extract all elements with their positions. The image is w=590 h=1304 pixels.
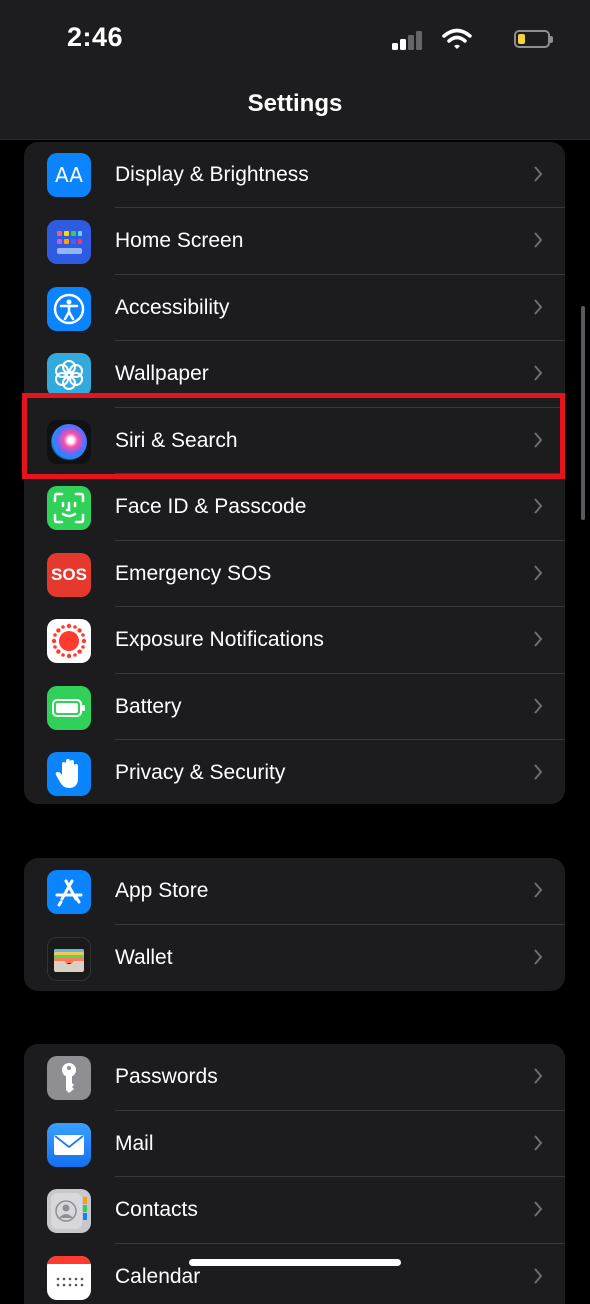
privacy-hand-icon — [47, 752, 91, 796]
chevron-right-icon — [533, 629, 543, 649]
wifi-icon — [442, 28, 472, 50]
row-label: Calendar — [115, 1265, 200, 1289]
wallpaper-icon — [47, 353, 91, 397]
chevron-right-icon — [533, 363, 543, 383]
row-label: App Store — [115, 879, 208, 903]
battery-level-fill — [518, 34, 525, 44]
row-label: Wallet — [115, 946, 173, 970]
settings-row-privacy-security[interactable]: Privacy & Security — [24, 740, 565, 804]
mail-icon — [47, 1123, 91, 1167]
row-label: Face ID & Passcode — [115, 495, 306, 519]
accessibility-icon — [47, 287, 91, 331]
settings-row-home-screen[interactable]: Home Screen — [24, 208, 565, 275]
cellular-signal-icon — [392, 30, 424, 50]
row-label: Mail — [115, 1132, 154, 1156]
home-indicator[interactable] — [189, 1259, 401, 1266]
row-label: Emergency SOS — [115, 562, 271, 586]
settings-row-display-brightness[interactable]: AA Display & Brightness — [24, 142, 565, 208]
sos-icon-text: SOS — [51, 565, 87, 585]
vertical-scrollbar[interactable] — [581, 306, 585, 520]
row-label: Wallpaper — [115, 362, 209, 386]
row-label: Accessibility — [115, 296, 229, 320]
contacts-icon — [47, 1189, 91, 1233]
chevron-right-icon — [533, 1066, 543, 1086]
row-label: Privacy & Security — [115, 761, 285, 785]
exposure-notifications-icon — [47, 619, 91, 663]
row-label: Battery — [115, 695, 182, 719]
chevron-right-icon — [533, 496, 543, 516]
chevron-right-icon — [533, 297, 543, 317]
chevron-right-icon — [533, 230, 543, 250]
row-label: Exposure Notifications — [115, 628, 324, 652]
chevron-right-icon — [533, 1133, 543, 1153]
chevron-right-icon — [533, 880, 543, 900]
row-label: Display & Brightness — [115, 163, 309, 187]
page-title: Settings — [0, 90, 590, 118]
settings-row-passwords[interactable]: Passwords — [24, 1044, 565, 1111]
display-brightness-icon: AA — [47, 153, 91, 197]
settings-row-exposure-notifications[interactable]: Exposure Notifications — [24, 607, 565, 674]
chevron-right-icon — [533, 563, 543, 583]
status-time: 2:46 — [67, 22, 123, 53]
app-store-icon — [47, 870, 91, 914]
settings-row-battery[interactable]: Battery — [24, 674, 565, 741]
row-label: Contacts — [115, 1198, 198, 1222]
sos-icon: SOS — [47, 553, 91, 597]
chevron-right-icon — [533, 947, 543, 967]
battery-settings-icon — [47, 686, 91, 730]
chevron-right-icon — [533, 164, 543, 184]
settings-group-apps-store: App Store Wallet — [24, 858, 565, 991]
home-screen-icon — [47, 220, 91, 264]
settings-row-face-id-passcode[interactable]: Face ID & Passcode — [24, 474, 565, 541]
chevron-right-icon — [533, 696, 543, 716]
row-label: Passwords — [115, 1065, 218, 1089]
navigation-header: 2:46 Settings — [0, 0, 590, 140]
face-id-icon — [47, 486, 91, 530]
battery-icon — [514, 30, 550, 48]
chevron-right-icon — [533, 1266, 543, 1286]
status-icons — [390, 28, 550, 52]
settings-row-contacts[interactable]: Contacts — [24, 1177, 565, 1244]
settings-row-app-store[interactable]: App Store — [24, 858, 565, 925]
chevron-right-icon — [533, 1199, 543, 1219]
settings-row-emergency-sos[interactable]: SOS Emergency SOS — [24, 541, 565, 608]
settings-row-calendar[interactable]: Calendar — [24, 1244, 565, 1304]
wallet-icon — [47, 937, 91, 981]
chevron-right-icon — [533, 762, 543, 782]
settings-row-mail[interactable]: Mail — [24, 1111, 565, 1178]
key-icon — [47, 1056, 91, 1100]
calendar-icon — [47, 1256, 91, 1300]
settings-row-wallet[interactable]: Wallet — [24, 925, 565, 992]
siri-search-highlight-box — [22, 393, 565, 479]
row-label: Home Screen — [115, 229, 243, 253]
settings-row-accessibility[interactable]: Accessibility — [24, 275, 565, 342]
